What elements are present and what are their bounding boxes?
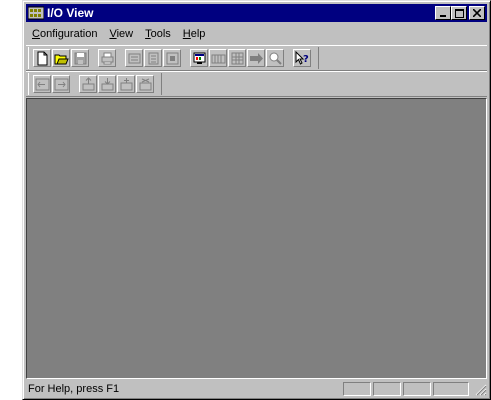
menu-view[interactable]: View: [103, 25, 139, 43]
remove-icon: [138, 77, 153, 92]
save-button[interactable]: [71, 49, 89, 67]
window-title: I/O View: [47, 6, 94, 20]
main-window: I/O View Configuration View Tools Help ? Fo…: [22, 0, 491, 400]
resize-grip-icon[interactable]: [473, 382, 487, 396]
download-icon: [100, 77, 115, 92]
print-button[interactable]: [98, 49, 116, 67]
node-left-icon: [35, 77, 50, 92]
toolbar-secondary: [26, 71, 487, 97]
app-icon[interactable]: [28, 6, 44, 20]
status-panel-2: [373, 381, 401, 396]
menu-bar: Configuration View Tools Help: [26, 25, 487, 43]
magnifier-icon: [268, 51, 283, 66]
rack-icon: [211, 51, 226, 66]
help-pointer-icon: ?: [295, 50, 310, 66]
tool-f-button[interactable]: [228, 49, 246, 67]
printer-icon: [100, 51, 115, 66]
tool-l-button[interactable]: [98, 75, 116, 93]
minimize-button[interactable]: [435, 6, 451, 20]
minimize-icon: [440, 15, 446, 17]
monitor-icon: [192, 51, 207, 66]
insert-icon: [119, 77, 134, 92]
maximize-icon: [454, 8, 464, 18]
tool-n-button[interactable]: [136, 75, 154, 93]
new-document-icon: [35, 51, 50, 66]
status-panel-3: [403, 381, 431, 396]
svg-text:?: ?: [303, 54, 309, 65]
open-button[interactable]: [52, 49, 70, 67]
upload-icon: [81, 76, 96, 92]
new-button[interactable]: [33, 49, 51, 67]
tool-h-button[interactable]: [266, 49, 284, 67]
node-right-icon: [54, 77, 69, 92]
close-icon: [473, 9, 481, 17]
arrow-right-icon: [249, 51, 264, 66]
toolbar-main: ?: [26, 45, 487, 71]
module-config-icon: [165, 51, 180, 66]
client-area[interactable]: [26, 98, 487, 379]
maximize-button[interactable]: [451, 6, 467, 20]
tool-m-button[interactable]: [117, 75, 135, 93]
tool-i-button[interactable]: [33, 75, 51, 93]
tool-k-button[interactable]: [79, 75, 97, 93]
tool-e-button[interactable]: [209, 49, 227, 67]
save-disk-icon: [73, 51, 88, 66]
close-button[interactable]: [469, 6, 485, 20]
tool-j-button[interactable]: [52, 75, 70, 93]
status-bar: For Help, press F1: [26, 380, 487, 397]
status-panel-1: [343, 381, 371, 396]
module-icon: [127, 51, 142, 66]
grid-icon: [230, 51, 245, 66]
tool-d-button[interactable]: [190, 49, 208, 67]
status-text: For Help, press F1: [28, 382, 120, 395]
tool-a-button[interactable]: [125, 49, 143, 67]
tool-b-button[interactable]: [144, 49, 162, 67]
status-panel-4: [433, 381, 469, 396]
tool-c-button[interactable]: [163, 49, 181, 67]
menu-help[interactable]: Help: [177, 25, 212, 43]
context-help-button[interactable]: ?: [293, 49, 311, 67]
module-properties-icon: [146, 51, 161, 66]
title-bar[interactable]: I/O View: [26, 4, 487, 22]
tool-g-button[interactable]: [247, 49, 265, 67]
menu-tools[interactable]: Tools: [139, 25, 177, 43]
open-folder-icon: [54, 51, 69, 66]
menu-configuration[interactable]: Configuration: [26, 25, 103, 43]
